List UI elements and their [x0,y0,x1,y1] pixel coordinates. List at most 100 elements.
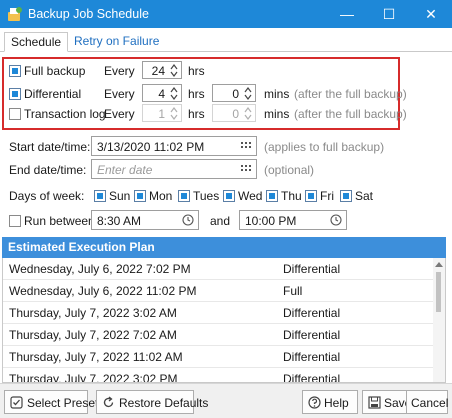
select-preset-label: Select Preset [27,396,99,410]
plan-row-when: Wednesday, July 6, 2022 11:02 PM [9,284,197,298]
run-between-from-field[interactable]: 8:30 AM [91,210,199,230]
cancel-button[interactable]: Cancel [406,390,448,414]
bottom-button-bar: Select Preset Restore Defaults Help Save… [0,383,452,418]
transaction-log-mins-value: 0 [232,107,239,121]
stepper-arrows-icon[interactable] [169,86,179,101]
day-mon-checkbox[interactable] [134,190,146,202]
close-button[interactable]: ✕ [410,0,452,28]
run-between-and-label: and [210,214,231,228]
plan-row[interactable]: Wednesday, July 6, 2022 7:02 PM Differen… [3,258,433,280]
plan-row-when: Thursday, July 7, 2022 3:02 PM [9,372,178,383]
full-backup-hrs-unit: hrs [188,64,205,78]
transaction-log-checkbox[interactable] [9,108,21,120]
execution-plan-list[interactable]: Wednesday, July 6, 2022 7:02 PM Differen… [2,258,446,383]
stepper-arrows-icon[interactable] [169,106,179,121]
end-datetime-note: (optional) [264,163,315,177]
differential-checkbox[interactable] [9,88,21,100]
days-of-week-label: Days of week: [9,189,85,203]
transaction-log-hours-stepper[interactable]: 1 [142,104,182,122]
differential-every-label: Every [104,87,135,101]
plan-row[interactable]: Thursday, July 7, 2022 3:02 PM Different… [3,368,433,383]
differential-mins-value: 0 [232,87,239,101]
differential-mins-stepper[interactable]: 0 [212,84,256,102]
scroll-up-icon[interactable] [435,261,443,267]
save-button[interactable]: Save [362,390,412,414]
plan-row-type: Full [283,284,303,298]
plan-row-when: Wednesday, July 6, 2022 7:02 PM [9,262,191,276]
day-fri-checkbox[interactable] [305,190,317,202]
full-backup-every-label: Every [104,64,135,78]
title-bar: Backup Job Schedule — ☐ ✕ [0,0,452,28]
maximize-button[interactable]: ☐ [368,0,410,28]
transaction-log-mins-unit: mins [264,107,290,121]
end-datetime-field[interactable]: Enter date [91,159,257,179]
plan-row-type: Differential [283,306,341,320]
start-datetime-field[interactable]: 3/13/2020 11:02 PM [91,136,257,156]
tab-retry-on-failure[interactable]: Retry on Failure [68,32,165,52]
differential-hrs-unit: hrs [188,87,205,101]
run-between-from-value: 8:30 AM [97,214,142,228]
clock-icon[interactable] [330,214,342,226]
tab-strip: Schedule Retry on Failure [0,28,452,52]
restore-defaults-label: Restore Defaults [119,396,209,410]
plan-row[interactable]: Wednesday, July 6, 2022 11:02 PM Full [3,280,433,302]
day-sun-checkbox[interactable] [94,190,106,202]
stepper-arrows-icon[interactable] [169,63,179,78]
stepper-arrows-icon[interactable] [243,86,253,101]
run-between-to-field[interactable]: 10:00 PM [239,210,347,230]
plan-row-when: Thursday, July 7, 2022 11:02 AM [9,350,183,364]
day-thu-label: Thu [281,189,302,203]
plan-row-type: Differential [283,262,341,276]
day-tues-checkbox[interactable] [178,190,190,202]
run-between-label: Run between: [24,214,99,228]
clock-icon[interactable] [182,214,194,226]
scrollbar-thumb[interactable] [436,272,441,312]
plan-row-when: Thursday, July 7, 2022 7:02 AM [9,328,177,342]
transaction-log-label: Transaction log [24,107,106,121]
day-sat-checkbox[interactable] [340,190,352,202]
start-datetime-value: 3/13/2020 11:02 PM [97,140,205,154]
plan-row-type: Differential [283,372,341,383]
plan-row-type: Differential [283,328,341,342]
transaction-log-mins-stepper[interactable]: 0 [212,104,256,122]
end-datetime-label: End date/time: [9,163,87,177]
plan-scrollbar[interactable] [433,258,445,382]
day-thu-checkbox[interactable] [266,190,278,202]
restore-defaults-button[interactable]: Restore Defaults [96,390,208,414]
help-label: Help [324,396,349,410]
differential-hours-stepper[interactable]: 4 [142,84,182,102]
end-datetime-placeholder: Enter date [97,163,153,177]
plan-row-type: Differential [283,350,341,364]
day-wed-label: Wed [238,189,263,203]
execution-plan-header: Estimated Execution Plan [2,237,446,258]
save-icon [368,396,381,409]
transaction-log-every-label: Every [104,107,135,121]
calendar-grid-icon[interactable] [240,163,252,175]
day-sat-label: Sat [355,189,374,203]
plan-row[interactable]: Thursday, July 7, 2022 11:02 AM Differen… [3,346,433,368]
plan-row[interactable]: Thursday, July 7, 2022 3:02 AM Different… [3,302,433,324]
differential-label: Differential [24,87,82,101]
calendar-grid-icon[interactable] [240,140,252,152]
plan-row[interactable]: Thursday, July 7, 2022 7:02 AM Different… [3,324,433,346]
cancel-label: Cancel [411,396,449,410]
run-between-checkbox[interactable] [9,215,21,227]
run-between-to-value: 10:00 PM [245,214,297,228]
full-backup-hours-stepper[interactable]: 24 [142,61,182,79]
minimize-button[interactable]: — [326,0,368,28]
help-button[interactable]: Help [302,390,358,414]
start-datetime-label: Start date/time: [9,140,91,154]
preset-icon [10,396,23,409]
day-wed-checkbox[interactable] [223,190,235,202]
transaction-log-hrs-unit: hrs [188,107,205,121]
full-backup-checkbox[interactable] [9,65,21,77]
stepper-arrows-icon[interactable] [243,106,253,121]
differential-note: (after the full backup) [294,87,407,101]
differential-hours-value: 4 [158,87,165,101]
start-datetime-note: (applies to full backup) [264,140,385,154]
full-backup-label: Full backup [24,64,86,78]
app-icon [8,7,22,21]
day-fri-label: Fri [320,189,334,203]
select-preset-button[interactable]: Select Preset [4,390,98,414]
tab-schedule[interactable]: Schedule [4,32,69,52]
